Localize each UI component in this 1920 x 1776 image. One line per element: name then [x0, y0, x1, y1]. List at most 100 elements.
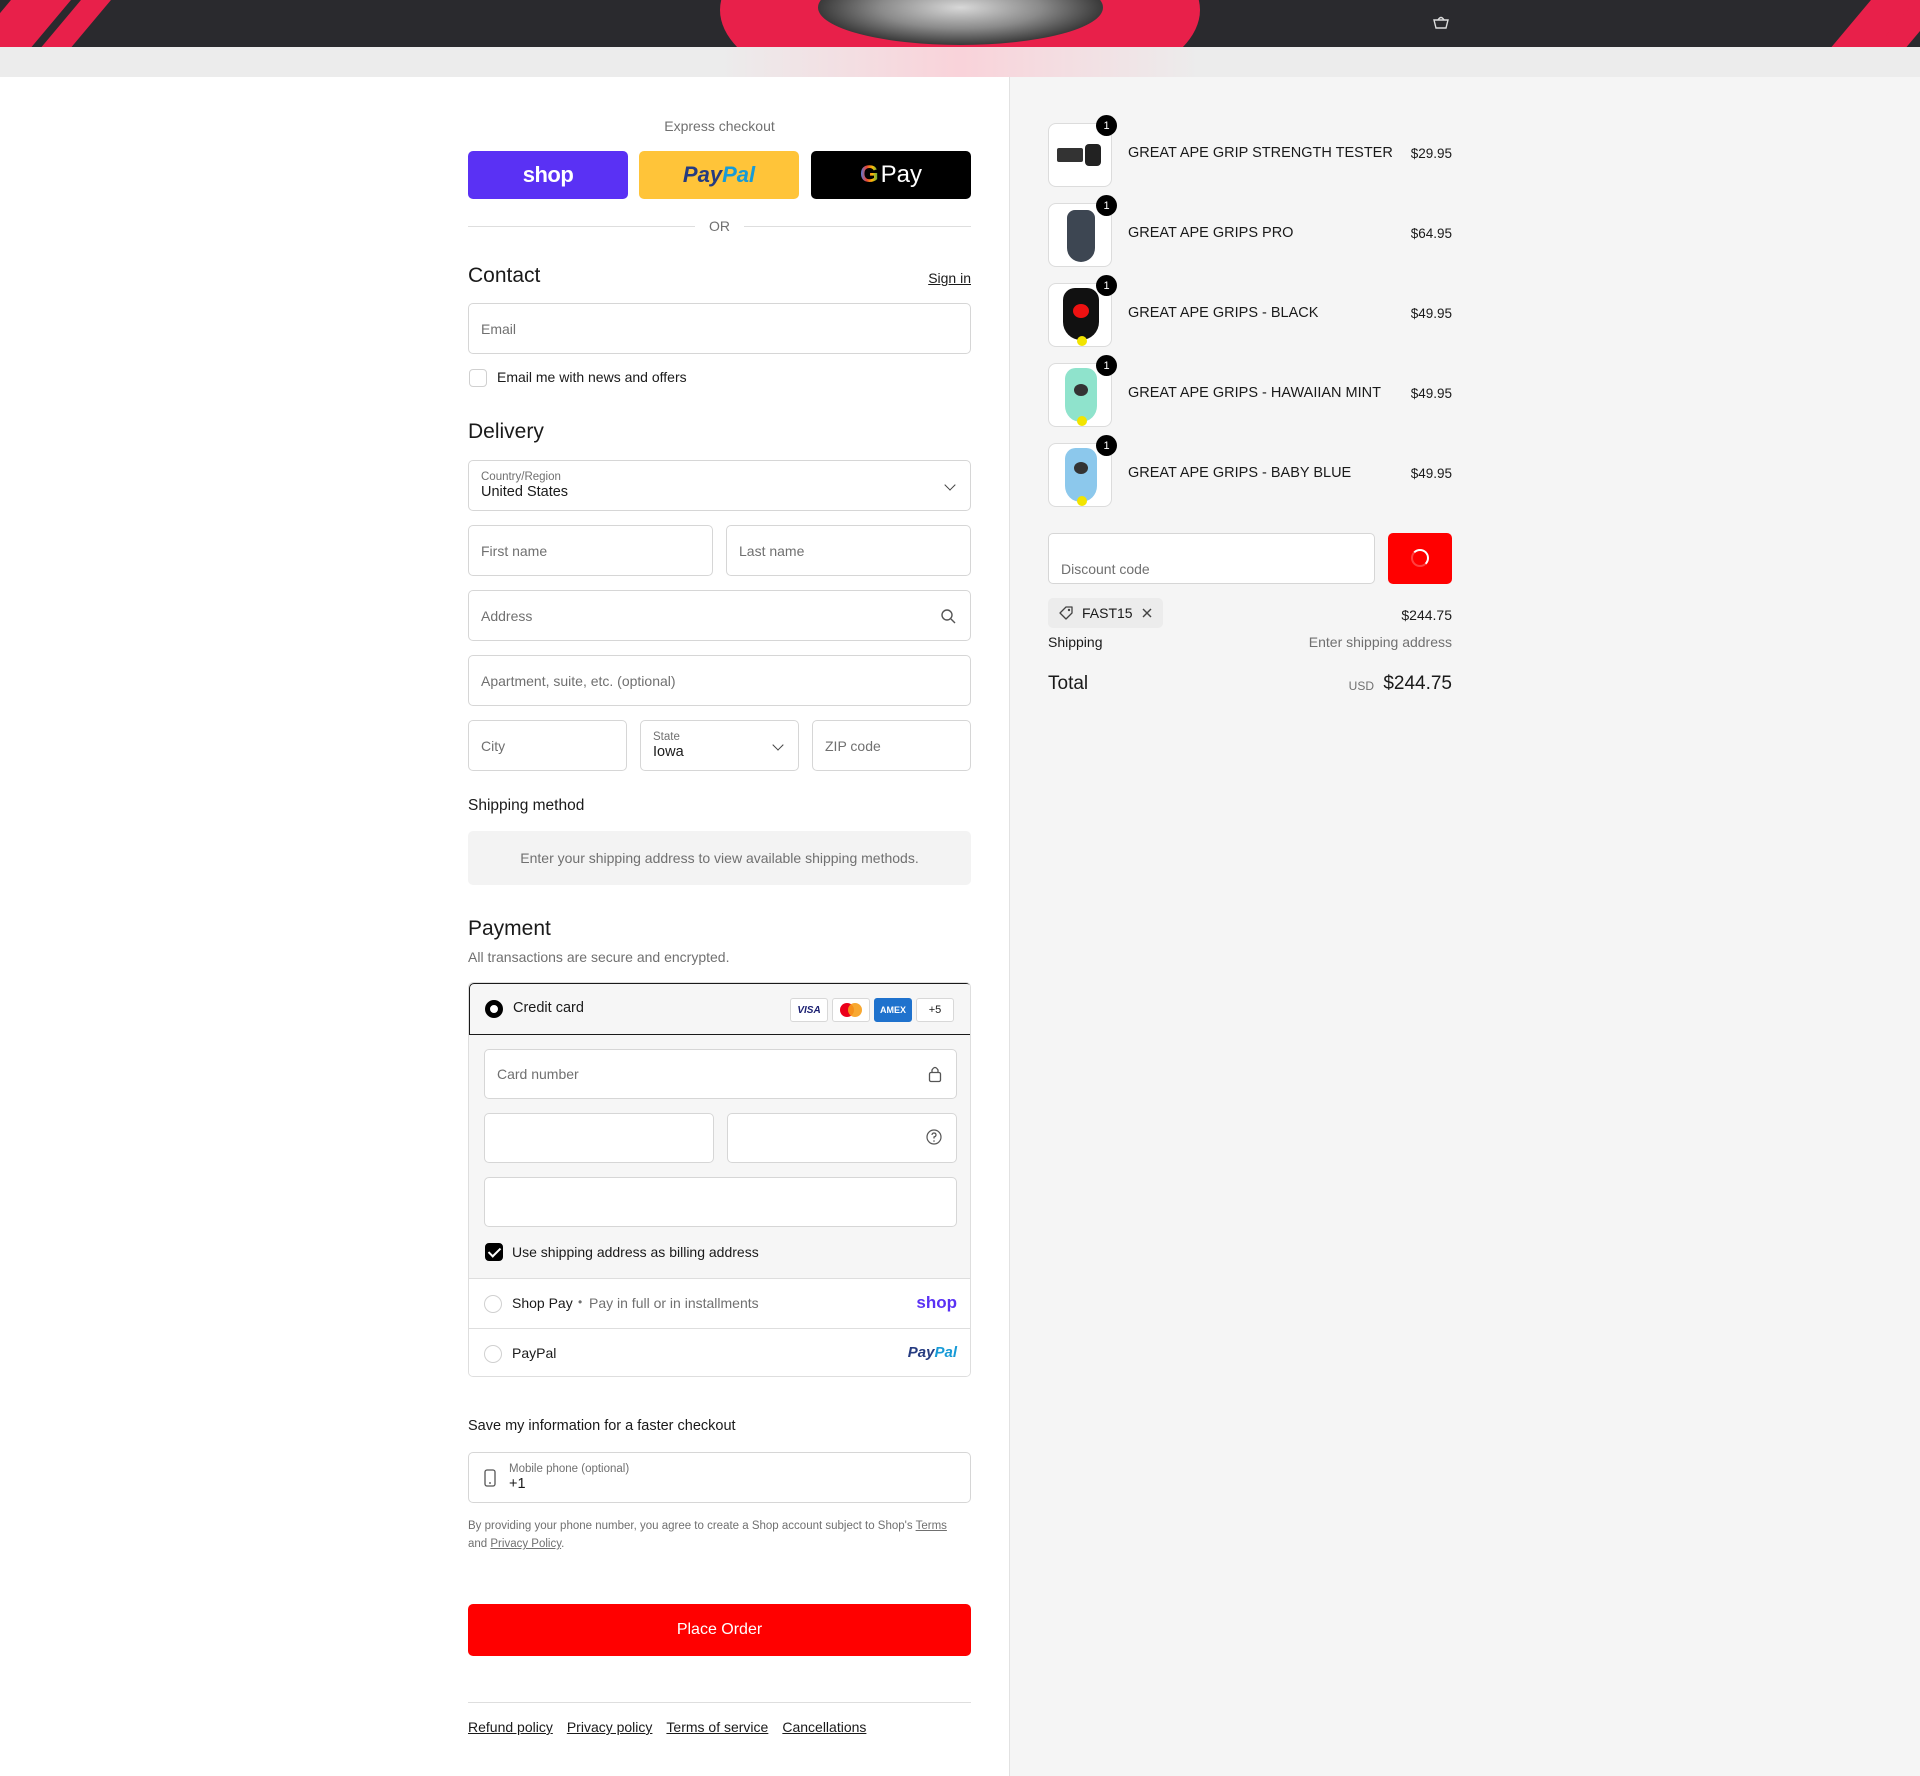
- google-pay-express-button[interactable]: G Pay: [811, 151, 971, 199]
- paypal-option[interactable]: PayPal PayPal: [469, 1329, 970, 1376]
- amex-label: AMEX: [879, 1005, 906, 1015]
- city-placeholder: City: [481, 737, 506, 754]
- divider-line: [468, 225, 695, 227]
- quantity-badge: 1: [1096, 355, 1117, 376]
- product-price: $49.95: [1410, 306, 1452, 321]
- shipping-method-notice: Enter your shipping address to view avai…: [468, 831, 971, 885]
- paypal-express-button[interactable]: Pay Pal: [639, 151, 799, 199]
- billing-same-checkbox[interactable]: [485, 1243, 503, 1261]
- mobile-phone-icon: [484, 1469, 496, 1487]
- card-number-field[interactable]: Card number: [484, 1049, 957, 1099]
- shop-pay-option[interactable]: Shop Pay • Pay in full or in installment…: [469, 1279, 970, 1329]
- apartment-field[interactable]: Apartment, suite, etc. (optional): [468, 655, 971, 706]
- privacy-policy-link[interactable]: Privacy policy: [567, 1719, 653, 1735]
- name-on-card-field[interactable]: [484, 1177, 957, 1227]
- email-field[interactable]: Email: [468, 303, 971, 354]
- tag-icon: [1059, 606, 1073, 620]
- lock-icon: [928, 1066, 942, 1083]
- shipping-row: Shipping Enter shipping address: [1048, 634, 1452, 650]
- expiration-date-field[interactable]: [484, 1113, 714, 1163]
- amex-icon: AMEX: [874, 998, 912, 1022]
- total-value: $244.75: [1383, 673, 1452, 694]
- paypal-logo-pal: Pal: [722, 162, 756, 187]
- country-select[interactable]: Country/Region United States: [468, 460, 971, 511]
- discount-code-field[interactable]: Discount code: [1048, 533, 1375, 584]
- product-image-grip: [1067, 210, 1095, 262]
- paypal-label: PayPal: [512, 1345, 557, 1361]
- google-g-icon: G: [859, 161, 879, 188]
- newsletter-label[interactable]: Email me with news and offers: [497, 369, 687, 385]
- shipping-method-heading: Shipping method: [468, 797, 585, 814]
- product-price: $49.95: [1410, 466, 1452, 481]
- card-number-placeholder: Card number: [497, 1066, 579, 1082]
- shop-pay-express-button[interactable]: shop: [468, 151, 628, 199]
- sign-in-link[interactable]: Sign in: [928, 270, 971, 286]
- refund-policy-link[interactable]: Refund policy: [468, 1719, 553, 1735]
- save-info-heading: Save my information for a faster checkou…: [468, 1418, 736, 1434]
- credit-card-option[interactable]: Credit card VISA AMEX +5: [469, 983, 970, 1035]
- shipping-label: Shipping: [1048, 634, 1103, 650]
- payment-subtitle: All transactions are secure and encrypte…: [468, 949, 730, 965]
- paypal-radio[interactable]: [484, 1345, 502, 1363]
- state-select[interactable]: State Iowa: [640, 720, 799, 771]
- newsletter-checkbox[interactable]: [469, 369, 487, 387]
- payment-methods: Credit card VISA AMEX +5 Card number Use…: [468, 982, 971, 1377]
- shop-pay-label: Shop Pay: [512, 1295, 573, 1311]
- product-image-logo: [1073, 304, 1089, 318]
- address-field[interactable]: Address: [468, 590, 971, 641]
- product-name: GREAT APE GRIPS - BLACK: [1128, 305, 1319, 321]
- cart-icon[interactable]: [1432, 15, 1450, 29]
- mobile-phone-field[interactable]: Mobile phone (optional) +1: [468, 1452, 971, 1503]
- mobile-phone-label: Mobile phone (optional): [509, 1463, 630, 1475]
- express-checkout-title: Express checkout: [664, 118, 775, 134]
- security-code-field[interactable]: [727, 1113, 957, 1163]
- payment-heading: Payment: [468, 917, 551, 940]
- product-name: GREAT APE GRIPS PRO: [1128, 225, 1294, 241]
- close-icon[interactable]: [1141, 607, 1153, 619]
- currency-code: USD: [1348, 679, 1374, 693]
- last-name-placeholder: Last name: [739, 542, 805, 559]
- terms-of-service-link[interactable]: Terms of service: [666, 1719, 768, 1735]
- shop-pay-logo: shop: [916, 1293, 957, 1312]
- paypal-logo-pal: Pal: [934, 1344, 957, 1361]
- cancellations-link[interactable]: Cancellations: [782, 1719, 866, 1735]
- applied-discount-tag: FAST15: [1048, 598, 1163, 628]
- product-price: $64.95: [1410, 226, 1452, 241]
- paypal-logo-pay: Pay: [682, 162, 723, 187]
- legal-end: .: [561, 1538, 565, 1550]
- help-circle-icon[interactable]: [926, 1129, 942, 1145]
- state-value: Iowa: [653, 744, 684, 760]
- shop-pay-radio[interactable]: [484, 1295, 502, 1313]
- credit-card-radio[interactable]: [485, 1000, 503, 1018]
- cart-item: 1 GREAT APE GRIPS - BABY BLUE $49.95: [1048, 435, 1452, 507]
- subband-fade: [720, 47, 1200, 77]
- last-name-field[interactable]: Last name: [726, 525, 971, 576]
- paypal-logo: PayPal: [908, 1344, 957, 1361]
- shop-pay-separator: •: [578, 1295, 583, 1309]
- store-header-banner: [0, 0, 1920, 47]
- more-cards-label: +5: [928, 1004, 942, 1016]
- zip-field[interactable]: ZIP code: [812, 720, 971, 771]
- first-name-field[interactable]: First name: [468, 525, 713, 576]
- quantity-badge: 1: [1096, 435, 1117, 456]
- zip-placeholder: ZIP code: [825, 737, 881, 754]
- product-price: $29.95: [1410, 146, 1452, 161]
- apply-discount-button[interactable]: [1388, 533, 1452, 584]
- quantity-badge: 1: [1096, 275, 1117, 296]
- billing-same-label[interactable]: Use shipping address as billing address: [512, 1244, 759, 1260]
- email-placeholder: Email: [481, 320, 517, 337]
- shop-legal-text: By providing your phone number, you agre…: [468, 1517, 971, 1553]
- place-order-button[interactable]: Place Order: [468, 1604, 971, 1656]
- cart-item: 1 GREAT APE GRIPS PRO $64.95: [1048, 195, 1452, 267]
- google-pay-label: Pay: [880, 161, 923, 188]
- terms-link[interactable]: Terms: [916, 1520, 947, 1532]
- city-field[interactable]: City: [468, 720, 627, 771]
- quantity-badge: 1: [1096, 115, 1117, 136]
- privacy-policy-link[interactable]: Privacy Policy: [490, 1538, 561, 1550]
- footer-links: Refund policy Privacy policy Terms of se…: [468, 1719, 866, 1735]
- address-placeholder: Address: [481, 607, 533, 624]
- visa-label: VISA: [797, 1004, 821, 1016]
- chevron-down-icon: [944, 479, 956, 491]
- product-image-logo: [1074, 384, 1088, 396]
- legal-text: By providing your phone number, you agre…: [468, 1520, 913, 1532]
